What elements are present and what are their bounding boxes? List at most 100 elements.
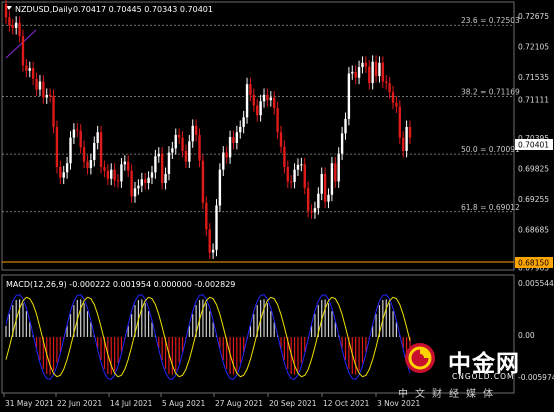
price-axis-label: 0.72675 [518, 12, 549, 21]
candle-body [327, 194, 330, 202]
candle-body [18, 22, 21, 37]
candle-body [256, 105, 259, 116]
candle-body [160, 153, 164, 184]
candle-body [191, 125, 194, 142]
candle-body [371, 61, 374, 84]
candle-body [140, 179, 143, 186]
candle-body [38, 81, 42, 90]
candle-body [45, 94, 48, 98]
candle-body [211, 249, 215, 253]
candle-body [273, 97, 276, 109]
candle-body [174, 134, 177, 149]
candle-body [79, 130, 82, 148]
candle-body [116, 180, 120, 182]
price-axis-label: 0.72105 [518, 42, 549, 51]
candle-body [361, 62, 364, 68]
candle-body [76, 129, 79, 131]
candle-body [164, 173, 167, 184]
candle-body [48, 94, 52, 96]
price-axis-label: 0.71111 [518, 96, 549, 105]
candle-body [93, 142, 96, 161]
candle-body [388, 83, 391, 93]
candle-body [167, 152, 171, 174]
price-axis-label: 0.68685 [518, 225, 549, 234]
candle-body [188, 141, 191, 162]
date-axis-label: 3 Nov 2021 [377, 399, 420, 408]
date-axis-label: 27 Aug 2021 [215, 399, 263, 408]
candle-body [11, 25, 14, 29]
cngold-logo-icon [405, 343, 435, 373]
macd-scale-top: 0.005544 [518, 279, 554, 288]
candle-body [340, 133, 344, 154]
candle-body [110, 169, 113, 179]
symbol-label: NZDUSD,Daily [15, 5, 73, 14]
candle-body [334, 163, 337, 182]
candle-body [157, 153, 160, 157]
candle-body [303, 164, 306, 188]
candle-body [96, 132, 99, 143]
candle-body [154, 156, 157, 173]
candle-body [347, 73, 351, 119]
candle-body [239, 126, 242, 133]
candle-body [82, 147, 86, 162]
candle-body [147, 177, 150, 184]
candle-body [181, 137, 184, 151]
candle-body [279, 132, 283, 147]
candle-body [127, 161, 130, 171]
candle-body [368, 66, 371, 84]
date-axis-label: 12 Oct 2021 [323, 399, 370, 408]
candle-body [35, 78, 38, 90]
macd-panel-frame [1, 274, 515, 394]
candle-body [59, 166, 62, 178]
candle-body [130, 170, 133, 197]
candle-body [402, 137, 405, 151]
candle-body [266, 94, 269, 101]
candle-body [228, 137, 232, 158]
fib-level-label: 38.2 = 0.71169 [461, 88, 520, 97]
candle-body [62, 172, 65, 178]
candle-body [113, 169, 116, 181]
candle-body [8, 17, 11, 26]
candle-body [143, 179, 147, 184]
candle-body [205, 202, 208, 230]
macd-scale-mid: 0.00 [518, 331, 535, 340]
candle-body [106, 170, 110, 179]
watermark-subtitle: 中文财经媒体 [398, 389, 500, 400]
candle-body [65, 163, 69, 173]
candle-body [378, 62, 381, 77]
candle-body [28, 68, 31, 71]
candle-body [381, 62, 385, 82]
candle-body [293, 169, 296, 182]
candle-body [320, 173, 323, 194]
candle-body [269, 97, 273, 101]
date-axis-label: 14 Jul 2021 [110, 399, 153, 408]
candle-body [177, 134, 181, 138]
candle-body [4, 4, 8, 18]
candle-body [21, 36, 25, 66]
candle-body [296, 164, 300, 170]
candle-body [194, 125, 198, 135]
candle-body [300, 164, 303, 166]
candle-body [259, 101, 262, 116]
fib-level-label: 50.0 = 0.70091 [461, 145, 520, 154]
candle-body [262, 94, 266, 102]
candle-body [52, 95, 55, 127]
candle-body [72, 129, 76, 138]
candle-body [14, 22, 18, 29]
candle-body [330, 163, 334, 195]
highlight-price-label: 0.68150 [518, 259, 549, 268]
candle-body [391, 92, 395, 103]
candle-body [89, 160, 93, 169]
candle-body [150, 172, 154, 178]
candle-body [276, 108, 279, 133]
candle-body [198, 134, 201, 161]
candle-body [306, 187, 310, 211]
candle-body [120, 164, 123, 182]
date-axis-label: 20 Sep 2021 [269, 399, 317, 408]
candle-body [395, 102, 398, 107]
fibonacci-trend-line[interactable] [5, 29, 37, 59]
candle-body [323, 173, 327, 202]
candle-body [405, 126, 408, 151]
candlesticks [4, 0, 412, 259]
candle-body [252, 94, 256, 106]
